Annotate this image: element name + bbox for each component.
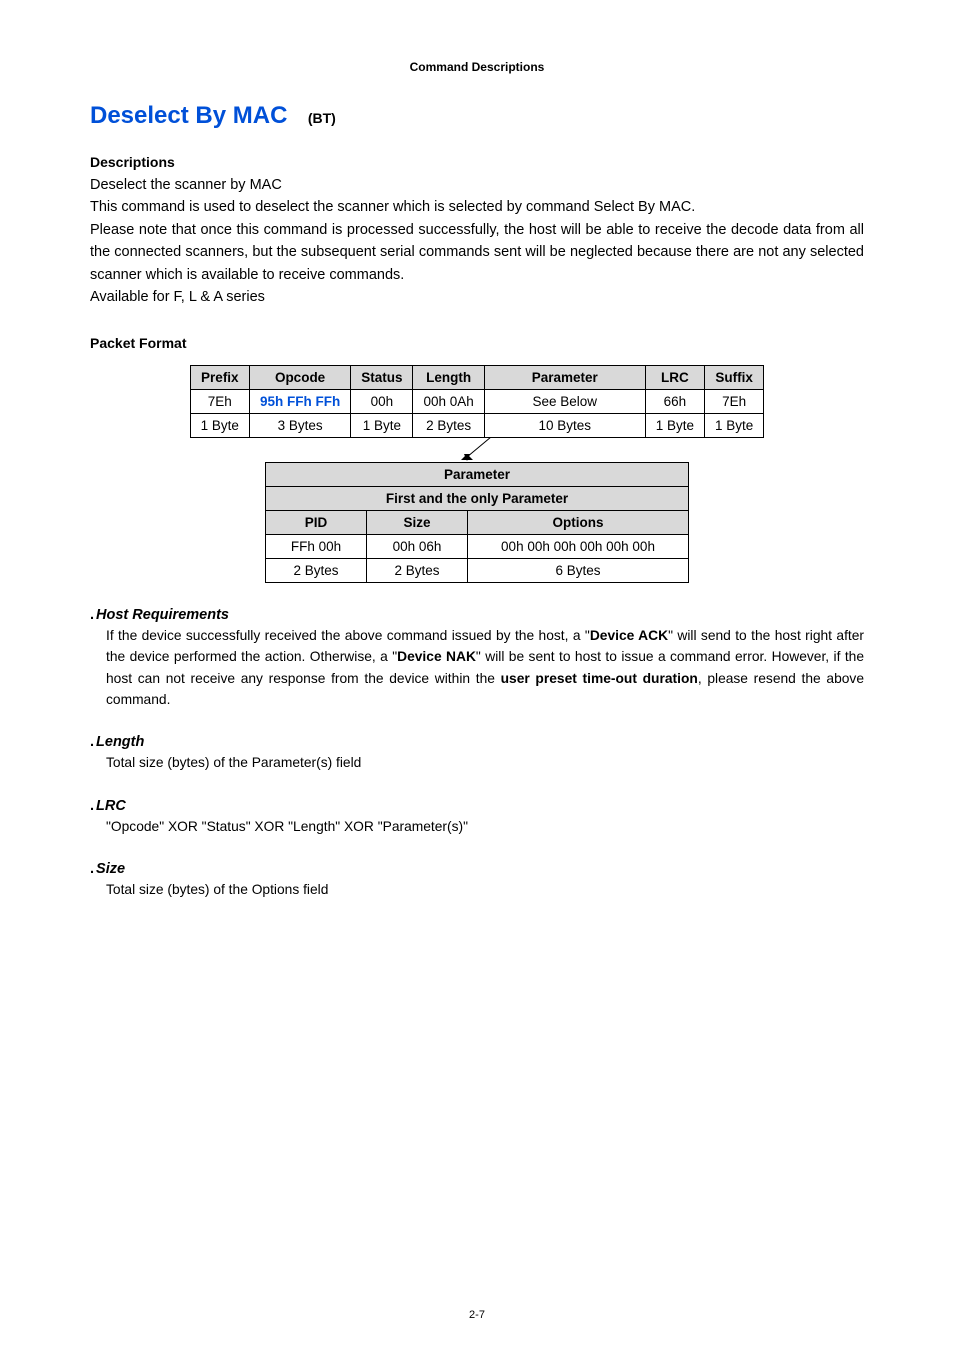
host-requirements-heading: .Host Requirements — [90, 607, 864, 623]
param-row-1: FFh 00h 00h 06h 00h 00h 00h 00h 00h 00h — [266, 534, 689, 558]
device-ack: Device ACK — [590, 628, 668, 643]
user-preset: user preset time-out duration — [501, 671, 698, 686]
lrc-bytes: 1 Byte — [645, 413, 704, 437]
desc-line1: Deselect the scanner by MAC — [90, 177, 282, 193]
host-requirements-section: .Host Requirements If the device success… — [90, 607, 864, 711]
hdr-lrc: LRC — [645, 365, 704, 389]
param-top-row: Parameter — [266, 462, 689, 486]
pid-bytes: 2 Bytes — [266, 558, 367, 582]
size-text: Total size (bytes) of the Options field — [106, 879, 864, 900]
parameter-bytes: 10 Bytes — [484, 413, 645, 437]
host-requirements-text: If the device successfully received the … — [106, 625, 864, 711]
param-first: First and the only Parameter — [266, 486, 689, 510]
param-row-2: 2 Bytes 2 Bytes 6 Bytes — [266, 558, 689, 582]
length-section: .Length Total size (bytes) of the Parame… — [90, 734, 864, 773]
desc-line3: Please note that once this command is pr… — [90, 222, 864, 283]
options-val: 00h 00h 00h 00h 00h 00h — [468, 534, 689, 558]
lrc-section: .LRC "Opcode" XOR "Status" XOR "Length" … — [90, 798, 864, 837]
size-bytes: 2 Bytes — [367, 558, 468, 582]
page-number: 2-7 — [0, 1309, 954, 1321]
param-first-row: First and the only Parameter — [266, 486, 689, 510]
hr-text-a: If the device successfully received the … — [106, 628, 590, 643]
length-heading: .Length — [90, 734, 864, 750]
connector-arrow-icon — [447, 437, 507, 463]
packet-row-2: 1 Byte 3 Bytes 1 Byte 2 Bytes 10 Bytes 1… — [190, 413, 764, 437]
parameter-table: Parameter First and the only Parameter P… — [265, 462, 689, 583]
descriptions-label: Descriptions — [90, 154, 864, 170]
length-title: Length — [96, 734, 144, 750]
hdr-prefix: Prefix — [190, 365, 249, 389]
packet-row-1: 7Eh 95h FFh FFh 00h 00h 0Ah See Below 66… — [190, 389, 764, 413]
size-heading: .Size — [90, 861, 864, 877]
options-bytes: 6 Bytes — [468, 558, 689, 582]
status-val: 00h — [351, 389, 413, 413]
parameter-val: See Below — [484, 389, 645, 413]
section-header: Command Descriptions — [90, 60, 864, 74]
desc-line4: Available for F, L & A series — [90, 289, 265, 305]
lrc-title: LRC — [96, 798, 126, 814]
lrc-heading: .LRC — [90, 798, 864, 814]
suffix-val: 7Eh — [705, 389, 764, 413]
hdr-status: Status — [351, 365, 413, 389]
size-section: .Size Total size (bytes) of the Options … — [90, 861, 864, 900]
hdr-length: Length — [413, 365, 484, 389]
param-header-row: PID Size Options — [266, 510, 689, 534]
length-bytes: 2 Bytes — [413, 413, 484, 437]
opcode-bytes: 3 Bytes — [249, 413, 350, 437]
packet-table: Prefix Opcode Status Length Parameter LR… — [190, 365, 765, 438]
page-title-main: Deselect By MAC — [90, 102, 287, 129]
suffix-bytes: 1 Byte — [705, 413, 764, 437]
hdr-opcode: Opcode — [249, 365, 350, 389]
descriptions-body: Deselect the scanner by MAC This command… — [90, 174, 864, 309]
opcode-val: 95h FFh FFh — [249, 389, 350, 413]
hdr-options: Options — [468, 510, 689, 534]
hdr-size: Size — [367, 510, 468, 534]
page-title-sub: (BT) — [292, 110, 336, 126]
tables-wrap: Prefix Opcode Status Length Parameter LR… — [90, 355, 864, 583]
hdr-suffix: Suffix — [705, 365, 764, 389]
host-requirements-title: Host Requirements — [96, 607, 229, 623]
page-title-row: Deselect By MAC (BT) — [90, 102, 864, 130]
lrc-val: 66h — [645, 389, 704, 413]
length-text: Total size (bytes) of the Parameter(s) f… — [106, 752, 864, 773]
prefix-val: 7Eh — [190, 389, 249, 413]
pid-val: FFh 00h — [266, 534, 367, 558]
packet-format-label: Packet Format — [90, 335, 864, 351]
param-top: Parameter — [266, 462, 689, 486]
size-val: 00h 06h — [367, 534, 468, 558]
packet-header-row: Prefix Opcode Status Length Parameter LR… — [190, 365, 764, 389]
prefix-bytes: 1 Byte — [190, 413, 249, 437]
lrc-text: "Opcode" XOR "Status" XOR "Length" XOR "… — [106, 816, 864, 837]
desc-line2: This command is used to deselect the sca… — [90, 199, 695, 215]
hdr-parameter: Parameter — [484, 365, 645, 389]
hdr-pid: PID — [266, 510, 367, 534]
length-val: 00h 0Ah — [413, 389, 484, 413]
size-title: Size — [96, 861, 125, 877]
status-bytes: 1 Byte — [351, 413, 413, 437]
device-nak: Device NAK — [397, 649, 476, 664]
